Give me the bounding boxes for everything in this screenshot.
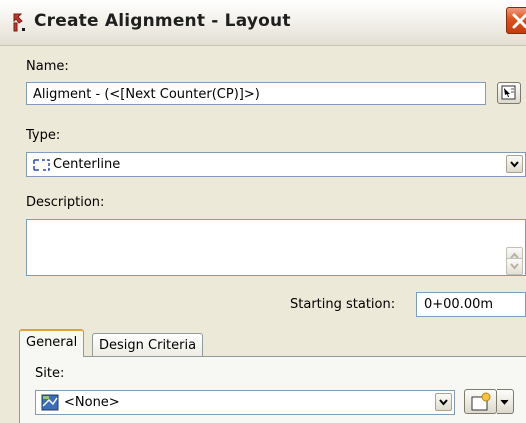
app-icon <box>13 13 25 32</box>
close-icon <box>512 13 526 29</box>
name-input[interactable]: Aligment - (<[Next Counter(CP)]>) <box>26 82 486 105</box>
description-input[interactable] <box>26 219 526 276</box>
tab-general[interactable]: General <box>19 329 85 357</box>
name-input-value: Aligment - (<[Next Counter(CP)]>) <box>33 87 260 102</box>
type-dropdown-arrow[interactable] <box>506 155 523 173</box>
type-dropdown[interactable]: Centerline <box>26 152 526 177</box>
new-site-icon <box>471 392 491 411</box>
title-bar[interactable]: Create Alignment - Layout <box>0 0 526 46</box>
site-dropdown-arrow[interactable] <box>435 393 452 411</box>
site-label: Site: <box>35 366 65 381</box>
tab-design-criteria[interactable]: Design Criteria <box>92 333 204 357</box>
starting-station-label: Starting station: <box>290 297 396 312</box>
scroll-down-icon <box>510 263 519 270</box>
chevron-down-icon <box>510 161 519 168</box>
tab-general-label: General <box>26 335 78 350</box>
description-scroll-down[interactable] <box>506 258 523 275</box>
starting-station-input[interactable]: 0+00.00m <box>416 292 526 317</box>
chevron-down-icon <box>500 399 509 405</box>
type-label: Type: <box>26 128 61 143</box>
type-dropdown-value: Centerline <box>53 157 121 172</box>
starting-station-value: 0+00.00m <box>424 297 494 312</box>
site-dropdown-value: <None> <box>64 395 120 410</box>
edit-name-template-icon <box>501 85 516 100</box>
centerline-icon <box>33 159 50 171</box>
window-title: Create Alignment - Layout <box>34 11 291 31</box>
site-dropdown[interactable]: <None> <box>35 390 455 415</box>
description-label: Description: <box>26 195 105 210</box>
chevron-down-icon <box>439 399 448 406</box>
name-label: Name: <box>26 59 69 74</box>
tab-design-criteria-label: Design Criteria <box>99 338 197 353</box>
create-site-button[interactable] <box>464 389 497 414</box>
site-icon <box>41 394 59 411</box>
create-site-options-arrow[interactable] <box>497 389 514 414</box>
close-button[interactable] <box>506 7 526 34</box>
name-template-button[interactable] <box>497 82 521 104</box>
